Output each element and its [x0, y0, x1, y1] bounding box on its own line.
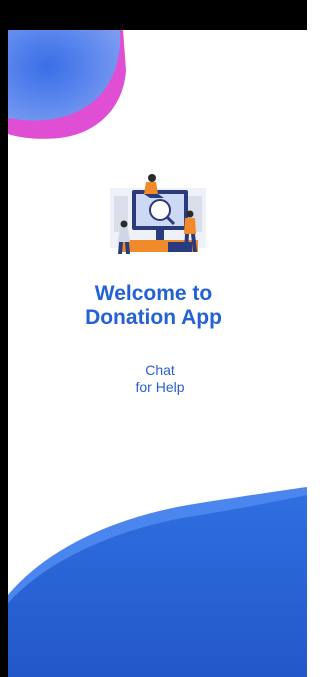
decorative-blob	[8, 30, 126, 139]
bottom-wave-decoration	[8, 487, 307, 677]
welcome-title: Welcome to Donation App	[0, 282, 307, 330]
chat-link-line1: Chat	[145, 362, 175, 378]
welcome-title-line2: Donation App	[85, 306, 222, 329]
chat-for-help-link[interactable]: Chat for Help	[100, 362, 220, 396]
chat-link-line2: for Help	[135, 379, 185, 395]
people-at-computer-illustration	[108, 168, 208, 260]
status-bar	[0, 0, 307, 30]
left-edge-bar	[0, 30, 8, 677]
screen: Welcome to Donation App Chat for Help	[0, 0, 307, 677]
welcome-title-line1: Welcome to	[94, 282, 213, 305]
